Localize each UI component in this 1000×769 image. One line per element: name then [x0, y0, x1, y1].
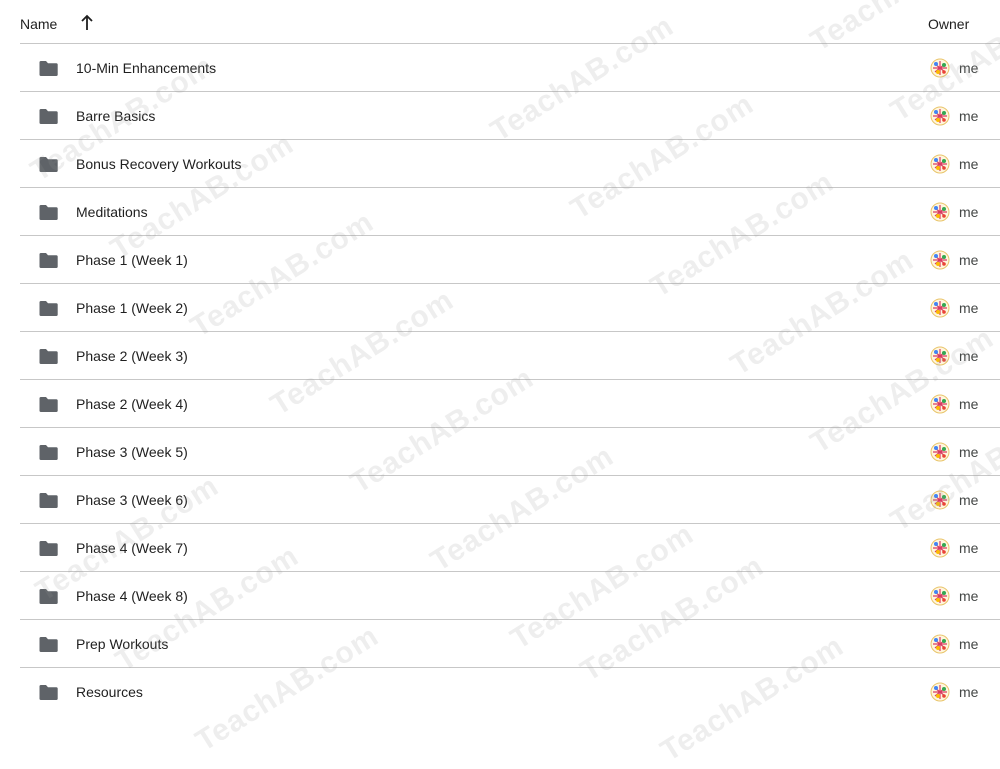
- folder-name: Meditations: [76, 204, 148, 220]
- avatar-icon[interactable]: [929, 681, 951, 703]
- avatar-icon[interactable]: [929, 441, 951, 463]
- avatar-icon[interactable]: [929, 153, 951, 175]
- owner-label: me: [959, 636, 979, 652]
- folder-icon: [39, 253, 58, 268]
- avatar-icon[interactable]: [929, 201, 951, 223]
- folder-icon: [39, 493, 58, 508]
- table-row[interactable]: Phase 3 (Week 5) me: [20, 428, 1000, 476]
- folder-icon: [39, 445, 58, 460]
- table-row[interactable]: Phase 3 (Week 6) me: [20, 476, 1000, 524]
- table-row[interactable]: Prep Workouts me: [20, 620, 1000, 668]
- avatar-icon[interactable]: [929, 585, 951, 607]
- owner-label: me: [959, 348, 979, 364]
- avatar-icon[interactable]: [929, 345, 951, 367]
- table-row[interactable]: Phase 1 (Week 2) me: [20, 284, 1000, 332]
- avatar-icon[interactable]: [929, 57, 951, 79]
- owner-label: me: [959, 540, 979, 556]
- file-rows: 10-Min Enhancements me Barre Basics me Bonus…: [20, 44, 1000, 716]
- owner-label: me: [959, 492, 979, 508]
- folder-icon: [39, 637, 58, 652]
- table-row[interactable]: 10-Min Enhancements me: [20, 44, 1000, 92]
- folder-name: Barre Basics: [76, 108, 156, 124]
- avatar-icon[interactable]: [929, 393, 951, 415]
- folder-name: Resources: [76, 684, 143, 700]
- folder-icon: [39, 109, 58, 124]
- folder-icon: [39, 205, 58, 220]
- owner-label: me: [959, 396, 979, 412]
- owner-label: me: [959, 156, 979, 172]
- folder-icon: [39, 397, 58, 412]
- folder-icon: [39, 349, 58, 364]
- folder-name: Phase 4 (Week 7): [76, 540, 188, 556]
- list-header: Name Owner: [20, 0, 1000, 44]
- folder-name: 10-Min Enhancements: [76, 60, 217, 76]
- owner-label: me: [959, 252, 979, 268]
- owner-column-header[interactable]: Owner: [928, 15, 969, 33]
- table-row[interactable]: Barre Basics me: [20, 92, 1000, 140]
- folder-icon: [39, 685, 58, 700]
- folder-icon: [39, 301, 58, 316]
- table-row[interactable]: Phase 2 (Week 3) me: [20, 332, 1000, 380]
- owner-label: me: [959, 108, 979, 124]
- folder-name: Phase 4 (Week 8): [76, 588, 188, 604]
- table-row[interactable]: Meditations me: [20, 188, 1000, 236]
- table-row[interactable]: Phase 2 (Week 4) me: [20, 380, 1000, 428]
- arrow-up-icon[interactable]: [79, 14, 95, 32]
- owner-label: me: [959, 204, 979, 220]
- owner-label: me: [959, 444, 979, 460]
- avatar-icon[interactable]: [929, 489, 951, 511]
- folder-name: Phase 3 (Week 6): [76, 492, 188, 508]
- folder-icon: [39, 157, 58, 172]
- folder-icon: [39, 61, 58, 76]
- folder-icon: [39, 541, 58, 556]
- table-row[interactable]: Bonus Recovery Workouts me: [20, 140, 1000, 188]
- name-column-header[interactable]: Name: [20, 15, 57, 33]
- owner-label: me: [959, 684, 979, 700]
- folder-name: Phase 2 (Week 4): [76, 396, 188, 412]
- folder-name: Phase 1 (Week 1): [76, 252, 188, 268]
- folder-icon: [39, 589, 58, 604]
- owner-label: me: [959, 300, 979, 316]
- folder-name: Phase 3 (Week 5): [76, 444, 188, 460]
- folder-name: Phase 1 (Week 2): [76, 300, 188, 316]
- avatar-icon[interactable]: [929, 105, 951, 127]
- avatar-icon[interactable]: [929, 249, 951, 271]
- folder-name: Bonus Recovery Workouts: [76, 156, 242, 172]
- table-row[interactable]: Resources me: [20, 668, 1000, 716]
- avatar-icon[interactable]: [929, 537, 951, 559]
- table-row[interactable]: Phase 4 (Week 8) me: [20, 572, 1000, 620]
- avatar-icon[interactable]: [929, 633, 951, 655]
- owner-label: me: [959, 60, 979, 76]
- folder-name: Phase 2 (Week 3): [76, 348, 188, 364]
- table-row[interactable]: Phase 4 (Week 7) me: [20, 524, 1000, 572]
- folder-name: Prep Workouts: [76, 636, 169, 652]
- file-list: Name Owner 10-Min Enhancements me Barre Ba…: [0, 0, 1000, 714]
- avatar-icon[interactable]: [929, 297, 951, 319]
- table-row[interactable]: Phase 1 (Week 1) me: [20, 236, 1000, 284]
- owner-label: me: [959, 588, 979, 604]
